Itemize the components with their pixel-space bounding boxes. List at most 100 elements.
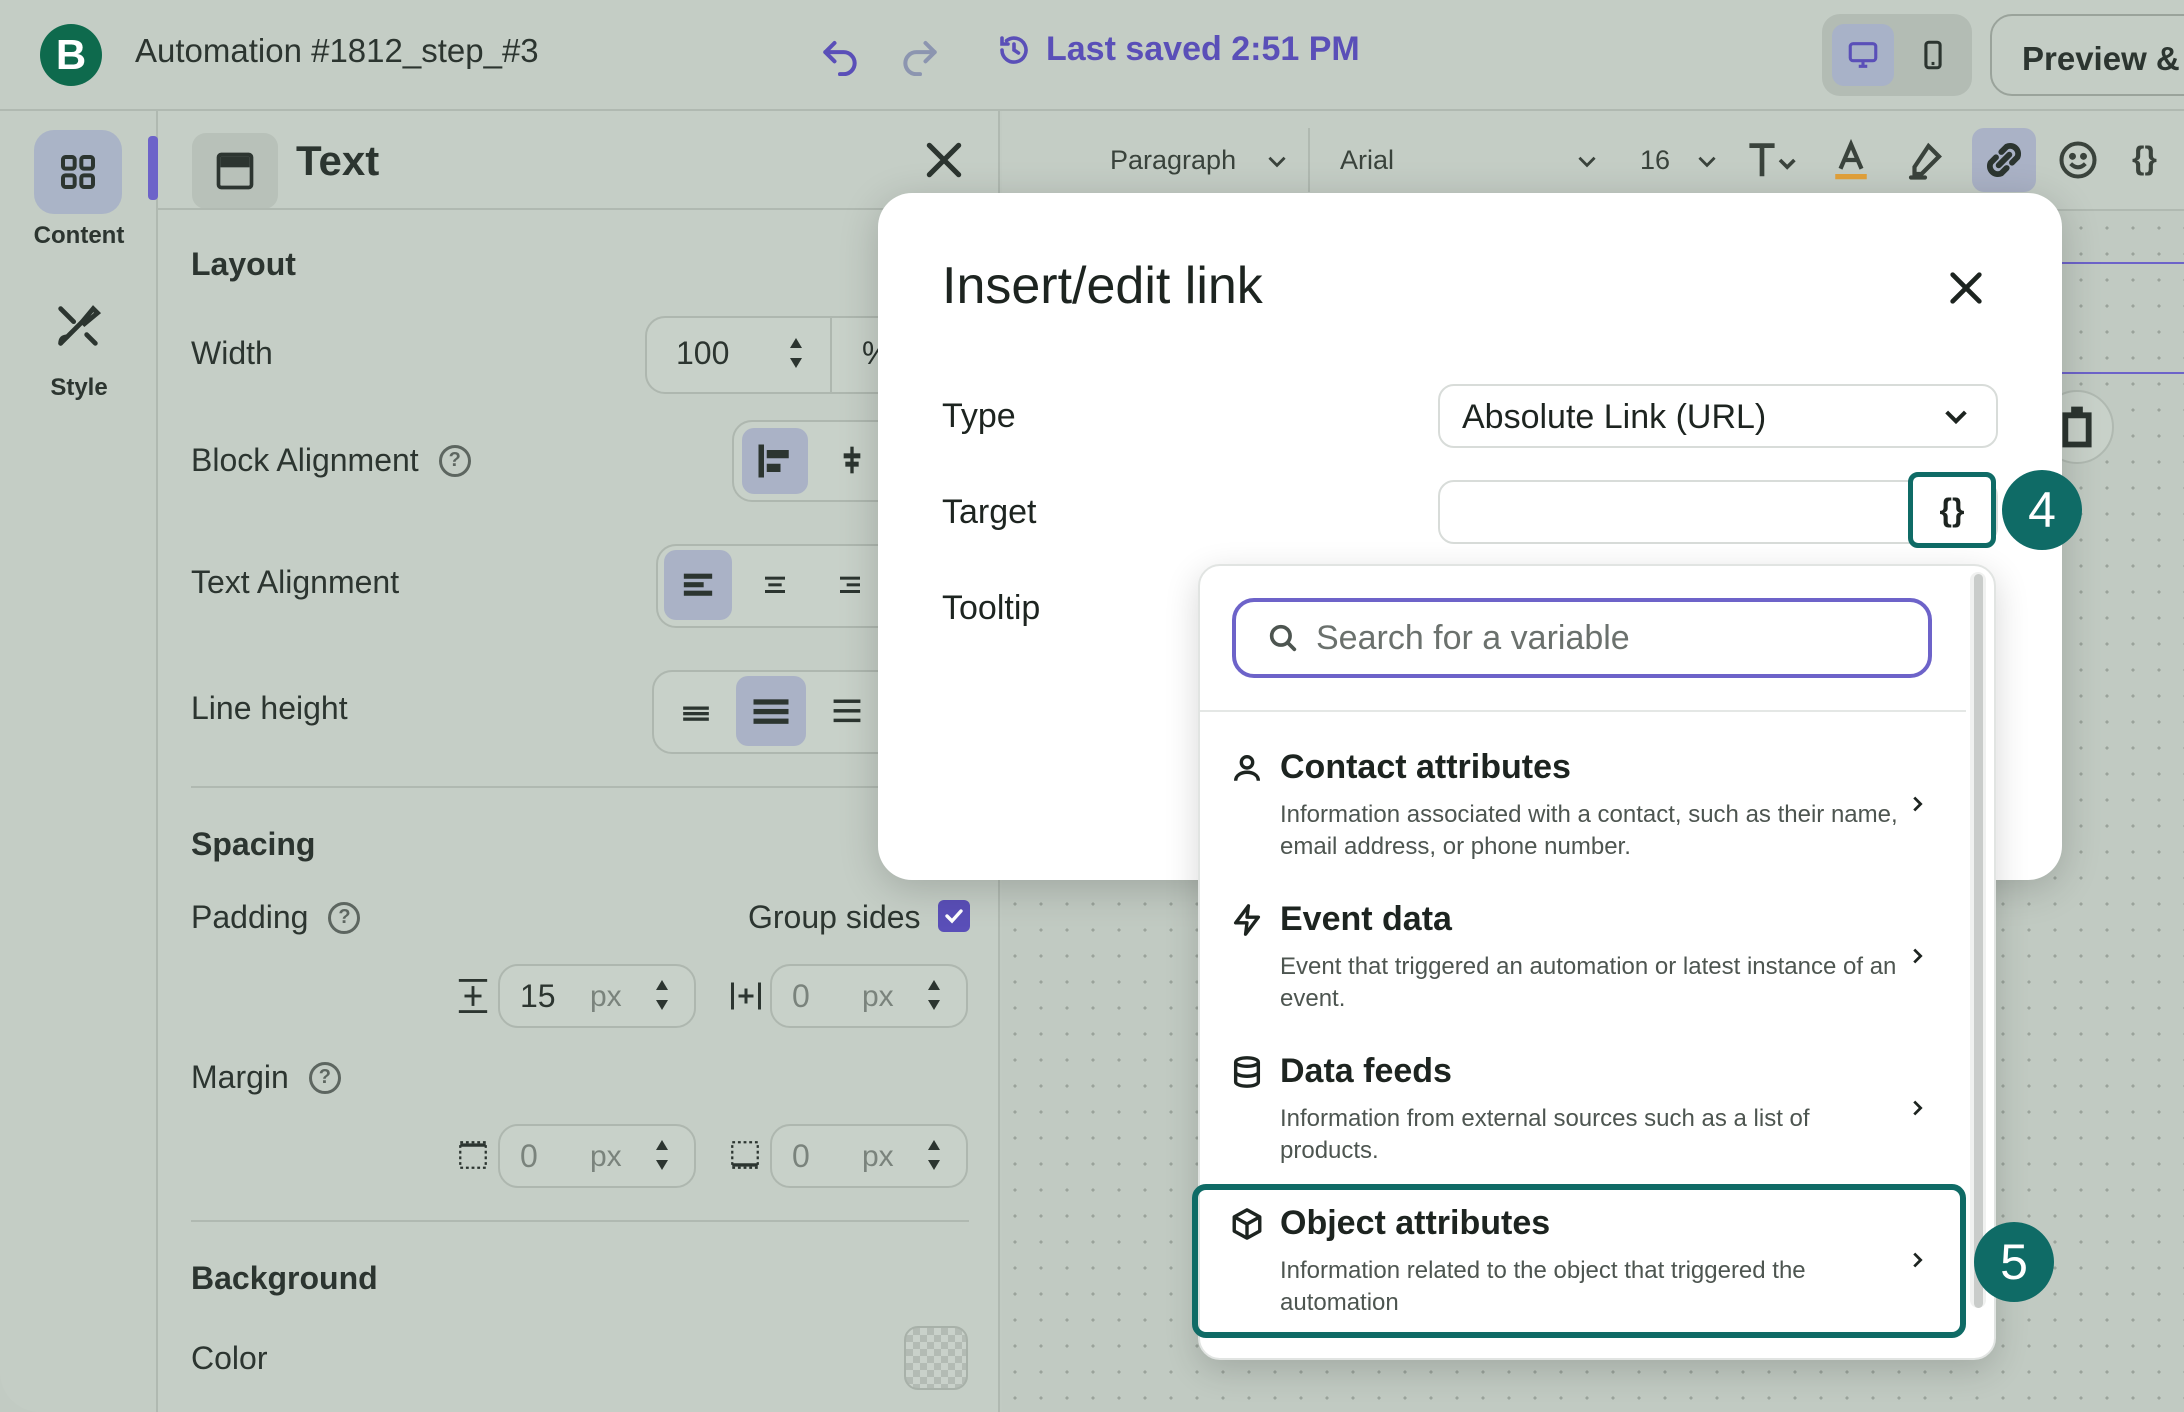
type-label: Type [942, 397, 1016, 435]
width-label: Width [191, 335, 273, 371]
last-saved-text: Last saved 2:51 PM [1046, 30, 1360, 68]
brush-icon[interactable] [52, 300, 104, 352]
width-unit-divider [830, 318, 832, 392]
link-type-select[interactable]: Absolute Link (URL) [1438, 384, 1998, 448]
chevron-down-icon[interactable] [1264, 148, 1290, 174]
desktop-view-button[interactable] [1832, 24, 1894, 86]
phone-icon [1924, 40, 1942, 70]
scrollbar-thumb[interactable] [1974, 574, 1983, 1308]
automation-title[interactable]: Automation #1812_step_#3 [135, 32, 539, 70]
padding-horizontal-value[interactable]: 0 [792, 978, 810, 1015]
help-icon[interactable]: ? [328, 901, 361, 934]
line-height-loose-icon[interactable] [824, 688, 870, 734]
group-sides-label: Group sides [748, 899, 921, 935]
canvas-guide-line [2062, 262, 2184, 264]
font-select[interactable]: Arial [1340, 145, 1394, 176]
help-icon[interactable]: ? [308, 1061, 341, 1094]
chevron-right-icon [1913, 948, 1923, 964]
align-right-icon[interactable] [830, 565, 870, 605]
spacing-heading: Spacing [191, 826, 316, 862]
variable-search-input[interactable]: Search for a variable [1232, 598, 1932, 678]
search-placeholder: Search for a variable [1316, 618, 1630, 657]
step-5-badge: 5 [1974, 1222, 2054, 1302]
bolt-icon [1233, 904, 1261, 936]
brand-logo[interactable]: B [40, 24, 102, 86]
search-icon [1269, 624, 1297, 652]
group-sides-checkbox[interactable] [938, 900, 970, 932]
line-height-label: Line height [191, 690, 348, 726]
stepper-icon[interactable] [654, 1132, 670, 1178]
chevron-right-icon [1913, 1100, 1923, 1116]
link-button[interactable] [1972, 128, 2036, 192]
tooltip-label: Tooltip [942, 589, 1041, 627]
text-color-icon[interactable] [1830, 138, 1872, 182]
close-icon[interactable] [922, 138, 966, 182]
item-title: Data feeds [1280, 1052, 1452, 1090]
background-heading: Background [191, 1260, 378, 1296]
width-value[interactable]: 100 [676, 335, 729, 372]
margin-bottom-value[interactable]: 0 [792, 1138, 810, 1175]
color-label: Color [191, 1340, 268, 1376]
panel-title: Text [296, 137, 380, 184]
target-label: Target [942, 493, 1037, 531]
padding-horizontal-unit: px [862, 980, 894, 1013]
variables-button[interactable]: {} [2132, 140, 2157, 177]
color-swatch[interactable] [904, 1326, 968, 1390]
margin-top-value[interactable]: 0 [520, 1138, 538, 1175]
width-stepper-icon[interactable] [788, 330, 804, 376]
rail-content-button[interactable] [34, 130, 122, 214]
item-description: Event that triggered an automation or la… [1280, 953, 1897, 1012]
annotation-highlight [1192, 1184, 1966, 1338]
align-block-center-icon[interactable] [832, 440, 872, 480]
step-4-badge: 4 [2002, 470, 2082, 550]
text-block-icon [192, 133, 278, 209]
item-description: Information associated with a contact, s… [1280, 801, 1898, 860]
block-type-select[interactable]: Paragraph [1110, 145, 1236, 176]
history-icon [1000, 35, 1028, 64]
layout-heading: Layout [191, 246, 296, 282]
mobile-view-button[interactable] [1902, 24, 1964, 86]
chevron-right-icon [1913, 796, 1923, 812]
chevron-down-icon[interactable] [1574, 148, 1600, 174]
active-indicator [148, 136, 158, 200]
help-icon[interactable]: ? [438, 444, 471, 477]
align-block-left-icon [758, 444, 789, 478]
stepper-icon[interactable] [926, 1132, 942, 1178]
align-left-icon [683, 573, 713, 596]
line-height-normal-button[interactable] [736, 676, 806, 746]
link-icon [1986, 142, 2022, 178]
monitor-icon [1848, 42, 1878, 68]
dialog-title: Insert/edit link [942, 257, 1263, 315]
panel-header-divider [158, 208, 1000, 210]
last-saved-status: Last saved 2:51 PM [996, 30, 1360, 69]
margin-label: Margin ? [191, 1059, 341, 1096]
text-align-left-button[interactable] [664, 550, 732, 620]
align-center-icon[interactable] [755, 565, 795, 605]
settings-panel [158, 111, 1000, 1412]
margin-top-icon [459, 1141, 487, 1169]
block-align-left-button[interactable] [742, 428, 808, 494]
redo-icon[interactable] [898, 32, 942, 76]
rail-content-label[interactable]: Content [0, 222, 158, 250]
item-title: Event data [1280, 900, 1452, 938]
check-icon [945, 909, 963, 924]
highlight-icon[interactable] [1904, 138, 1946, 182]
font-size-select[interactable]: 16 [1640, 145, 1670, 176]
section-divider [191, 786, 969, 788]
stepper-icon[interactable] [654, 972, 670, 1018]
padding-vertical-value[interactable]: 15 [520, 978, 556, 1015]
insert-variable-button[interactable]: {} [1908, 472, 1996, 548]
chevron-down-icon[interactable] [1694, 148, 1720, 174]
chevron-down-icon[interactable] [1940, 400, 1972, 432]
dropdown-divider [1200, 710, 1966, 712]
rail-style-label[interactable]: Style [0, 374, 158, 402]
close-icon[interactable] [1946, 268, 1986, 308]
text-style-icon[interactable] [1744, 138, 1798, 182]
emoji-icon[interactable] [2056, 138, 2100, 182]
line-height-tight-icon[interactable] [674, 690, 718, 734]
database-icon [1233, 1056, 1261, 1088]
undo-icon[interactable] [818, 32, 862, 76]
toolbar-divider [1308, 128, 1310, 192]
preview-button[interactable]: Preview & t [1990, 14, 2184, 96]
stepper-icon[interactable] [926, 972, 942, 1018]
